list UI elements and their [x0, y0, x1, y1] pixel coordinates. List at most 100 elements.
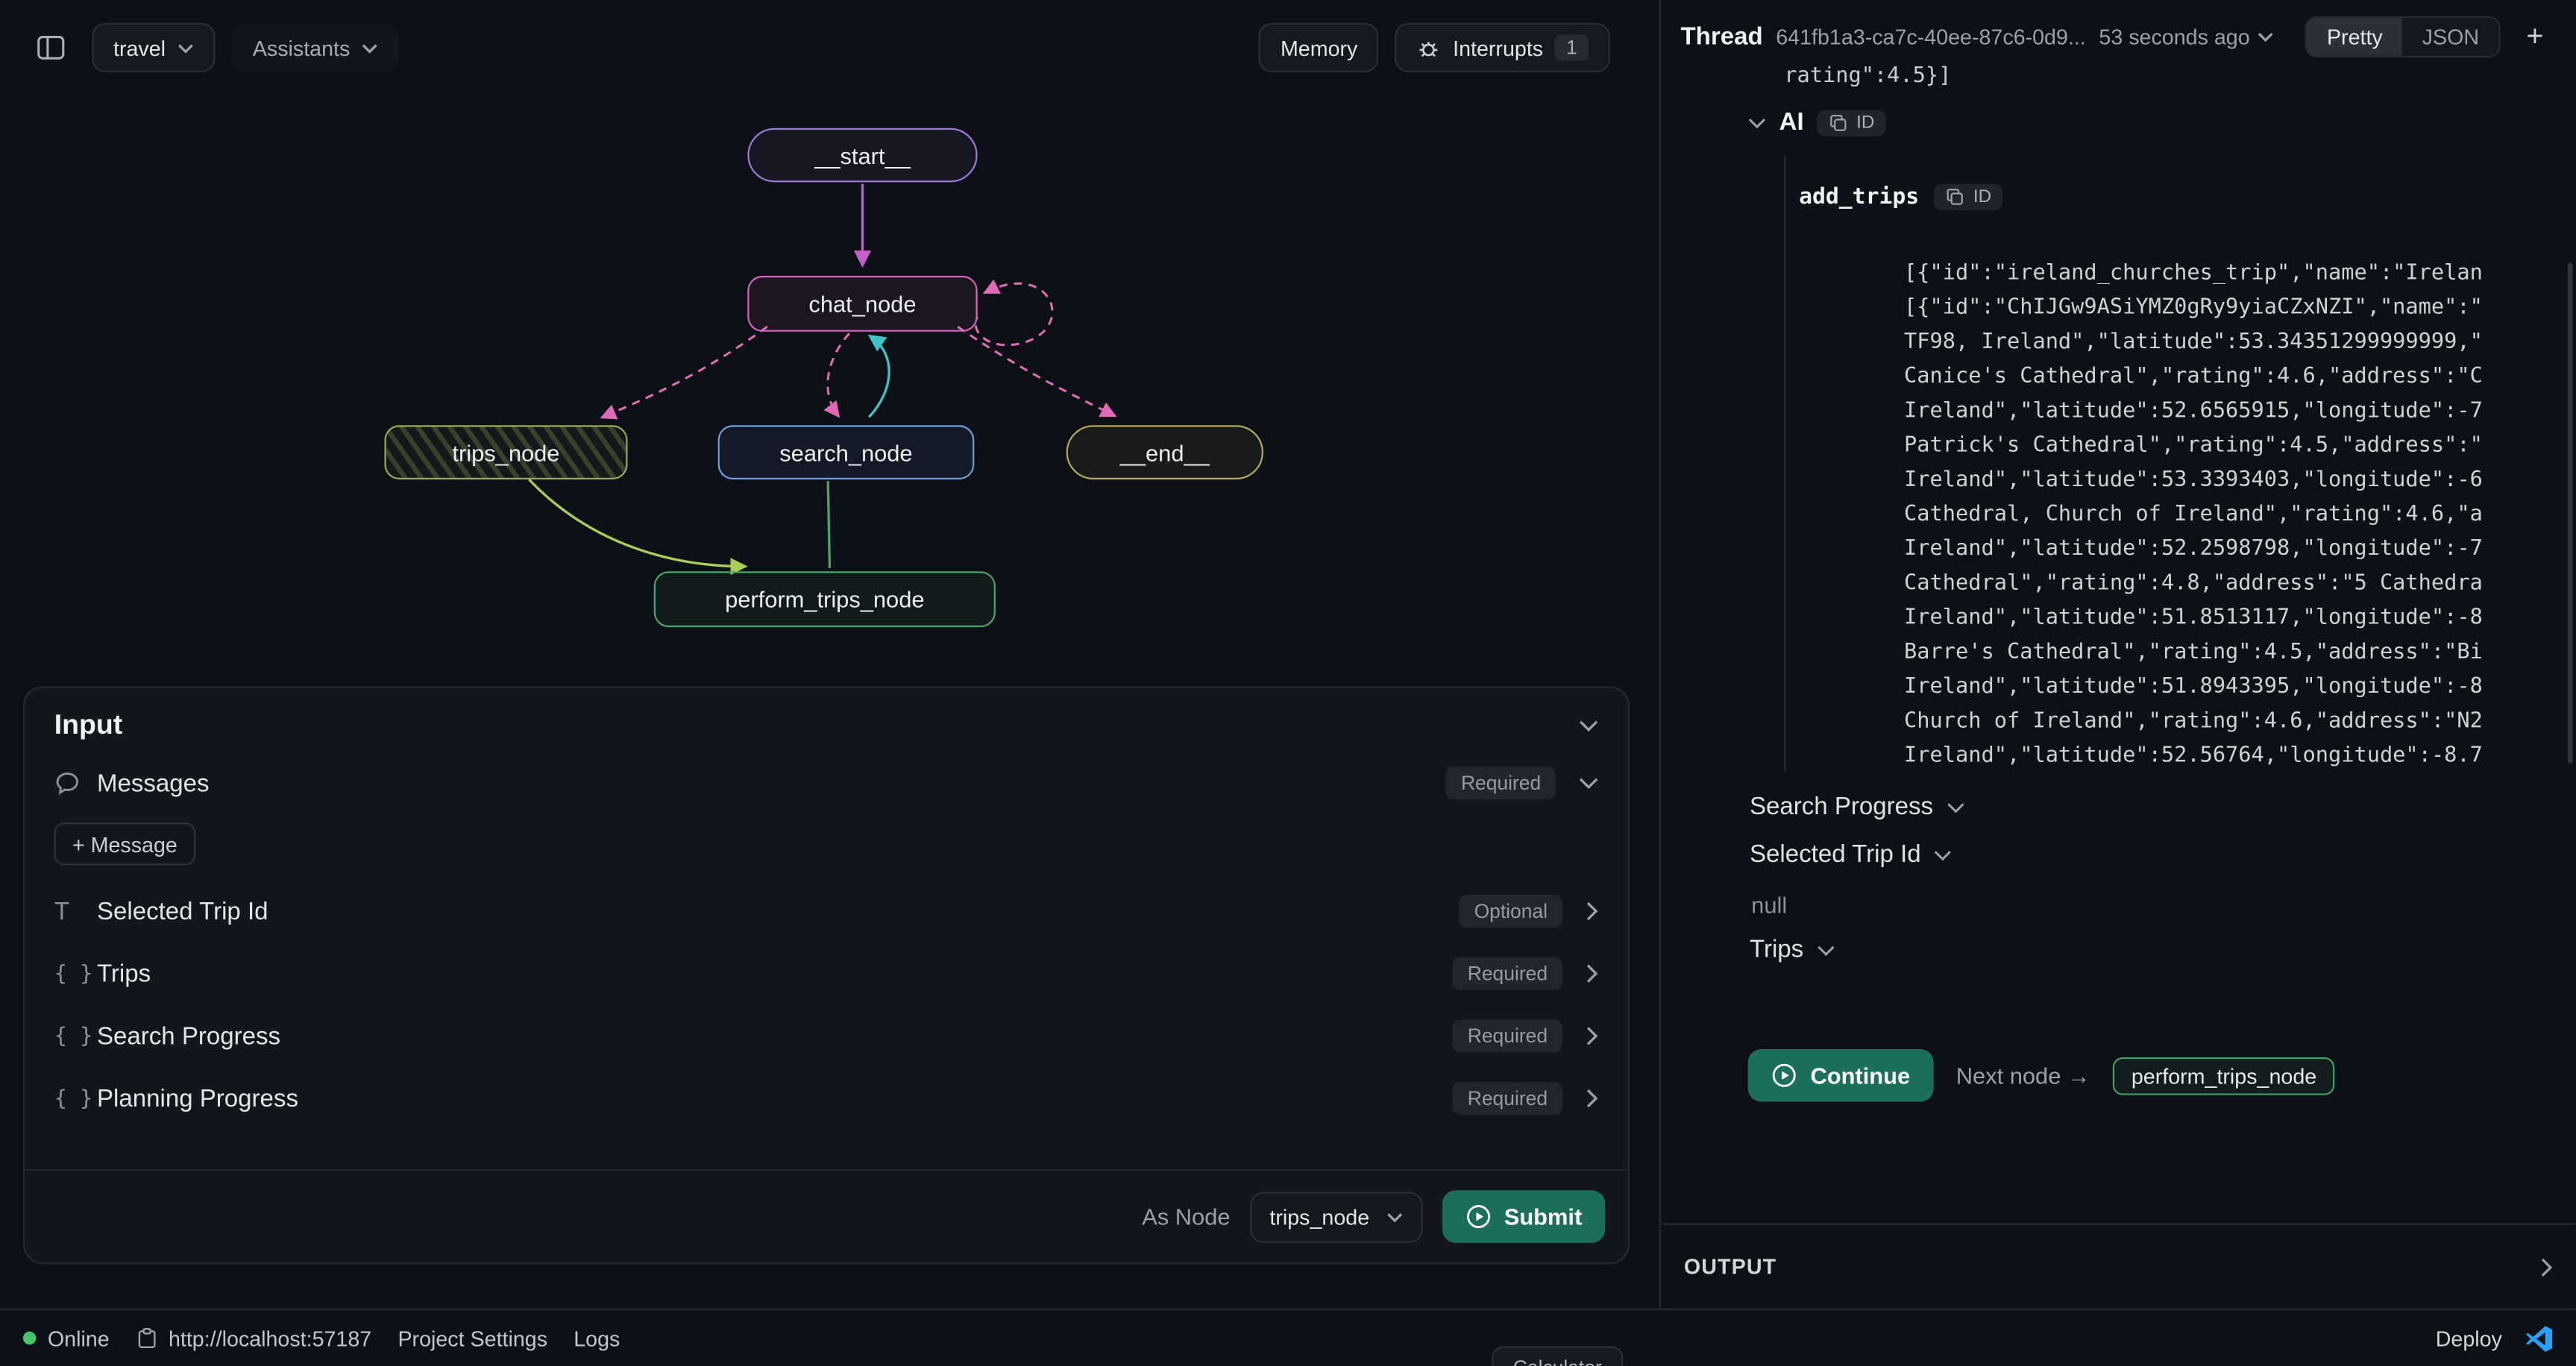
- code-line: TF98, Ireland","latitude":53.34351299999…: [1904, 325, 2566, 359]
- node-label: perform_trips_node: [725, 586, 924, 612]
- graph-node-start[interactable]: __start__: [747, 128, 977, 183]
- as-node-dropdown[interactable]: trips_node: [1250, 1191, 1422, 1241]
- ai-message-header[interactable]: AI ID: [1748, 108, 1886, 136]
- section-search-progress[interactable]: Search Progress: [1750, 793, 1964, 821]
- tool-call-name: add_trips: [1799, 184, 1919, 210]
- code-line: Ireland","latitude":51.8943395,"longitud…: [1904, 670, 2566, 704]
- input-panel-header[interactable]: Input: [25, 688, 1628, 752]
- node-label: search_node: [779, 439, 912, 465]
- thread-panel: Thread 641fb1a3-ca7c-40ee-87c6-0d9... 53…: [1659, 0, 2576, 1309]
- field-row-selected-trip-id[interactable]: T Selected Trip Id Optional: [25, 880, 1628, 942]
- graph-node-trips[interactable]: trips_node: [384, 425, 627, 479]
- online-label: Online: [48, 1326, 110, 1350]
- graph-panel: travel Assistants Memory Interrupts 1: [0, 0, 1659, 1309]
- thread-time-dropdown[interactable]: 53 seconds ago: [2099, 24, 2274, 48]
- as-node-dropdown-value: trips_node: [1269, 1204, 1369, 1229]
- code-line: Ireland","latitude":52.6565915,"longitud…: [1904, 394, 2566, 428]
- optional-badge: Optional: [1460, 895, 1562, 928]
- graph-node-chat[interactable]: chat_node: [747, 276, 977, 332]
- section-label: Selected Trip Id: [1750, 840, 1921, 868]
- section-trips[interactable]: Trips: [1750, 936, 1835, 963]
- braces-icon: { }: [54, 1086, 97, 1111]
- online-dot-icon: [23, 1332, 37, 1345]
- thread-id: 641fb1a3-ca7c-40ee-87c6-0d9...: [1776, 24, 2086, 48]
- field-label: Messages: [97, 769, 210, 797]
- tool-call-arguments[interactable]: [{"id":"ireland_churches_trip","name":"I…: [1904, 256, 2566, 768]
- section-selected-trip-id[interactable]: Selected Trip Id: [1750, 840, 1952, 868]
- field-row-search-progress[interactable]: { } Search Progress Required: [25, 1005, 1628, 1068]
- chat-bubble-icon: [54, 770, 97, 796]
- text-type-icon: T: [54, 897, 97, 925]
- vscode-icon[interactable]: [2525, 1324, 2553, 1352]
- field-label: Trips: [97, 960, 151, 987]
- logs-link[interactable]: Logs: [574, 1326, 620, 1350]
- copy-icon: [1829, 113, 1848, 132]
- section-label: Trips: [1750, 936, 1803, 963]
- field-label: Selected Trip Id: [97, 897, 268, 925]
- statusbar: Online http://localhost:57187 Project Se…: [0, 1309, 2576, 1366]
- json-toggle[interactable]: JSON: [2402, 17, 2498, 55]
- output-label: OUTPUT: [1684, 1254, 1777, 1279]
- pretty-toggle[interactable]: Pretty: [2308, 17, 2403, 55]
- braces-icon: { }: [54, 1024, 97, 1048]
- field-label: Planning Progress: [97, 1084, 298, 1112]
- graph-node-end[interactable]: __end__: [1066, 425, 1263, 479]
- code-line: Cathedral, Church of Ireland","rating":4…: [1904, 497, 2566, 532]
- server-url[interactable]: http://localhost:57187: [136, 1326, 371, 1350]
- project-settings-link[interactable]: Project Settings: [398, 1326, 547, 1350]
- output-section-header[interactable]: OUTPUT: [1661, 1223, 2576, 1308]
- field-row-messages[interactable]: Messages Required: [25, 752, 1628, 814]
- node-label: chat_node: [808, 291, 916, 317]
- next-node-chip[interactable]: perform_trips_node: [2114, 1057, 2335, 1095]
- selected-trip-id-value: null: [1751, 892, 1787, 918]
- input-panel-title: Input: [54, 709, 123, 742]
- add-message-button[interactable]: + Message: [54, 822, 195, 865]
- calculator-drawer-tab[interactable]: Calculator: [1492, 1347, 1623, 1366]
- next-node-label: Next node →: [1956, 1063, 2090, 1089]
- new-thread-button[interactable]: +: [2513, 15, 2556, 57]
- code-scrollbar[interactable]: [2568, 262, 2573, 764]
- copy-id-chip[interactable]: ID: [1934, 184, 2003, 210]
- chevron-right-icon: [2540, 1257, 2554, 1277]
- chevron-right-icon: [1586, 964, 1599, 983]
- graph-node-perform[interactable]: perform_trips_node: [654, 571, 996, 627]
- submit-button-label: Submit: [1504, 1203, 1583, 1230]
- code-line: Church of Ireland","rating":4.6,"address…: [1904, 705, 2566, 739]
- chevron-right-icon: [1586, 1026, 1599, 1045]
- required-badge: Required: [1453, 1082, 1562, 1115]
- input-panel-footer: As Node trips_node Submit: [25, 1169, 1628, 1263]
- code-line: Barre's Cathedral","rating":4.5,"address…: [1904, 635, 2566, 670]
- view-mode-toggle: Pretty JSON: [2305, 16, 2500, 57]
- thread-header: Thread 641fb1a3-ca7c-40ee-87c6-0d9... 53…: [1661, 0, 2576, 72]
- code-line: Ireland","latitude":51.8513117,"longitud…: [1904, 601, 2566, 635]
- as-node-label: As Node: [1142, 1203, 1230, 1230]
- tool-call-header: add_trips ID: [1799, 184, 2002, 210]
- copy-id-chip[interactable]: ID: [1817, 109, 1886, 135]
- clipboard-icon: [136, 1326, 157, 1350]
- braces-icon: { }: [54, 961, 97, 986]
- input-panel: Input Messages Required + Message T Sele…: [23, 686, 1630, 1264]
- app-window: travel Assistants Memory Interrupts 1: [0, 0, 2576, 1366]
- chevron-down-icon: [1947, 800, 1964, 813]
- server-url-label: http://localhost:57187: [169, 1326, 371, 1350]
- continue-button-label: Continue: [1810, 1063, 1910, 1089]
- copy-icon: [1945, 187, 1964, 207]
- code-line: Ireland","latitude":52.2598798,"longitud…: [1904, 532, 2566, 566]
- field-label: Search Progress: [97, 1022, 280, 1050]
- code-line: Canice's Cathedral","rating":4.6,"addres…: [1904, 359, 2566, 394]
- id-chip-label: ID: [1856, 113, 1874, 132]
- chevron-down-icon: [1817, 943, 1835, 957]
- submit-button[interactable]: Submit: [1442, 1190, 1605, 1242]
- field-row-planning-progress[interactable]: { } Planning Progress Required: [25, 1067, 1628, 1130]
- code-line: Ireland","latitude":52.56764,"longitude"…: [1904, 739, 2566, 769]
- graph-node-search[interactable]: search_node: [718, 425, 975, 479]
- required-badge: Required: [1453, 1019, 1562, 1052]
- indent-guide: [1784, 156, 1785, 772]
- thread-title: Thread: [1680, 22, 1762, 50]
- node-label: __end__: [1120, 439, 1210, 465]
- field-row-trips[interactable]: { } Trips Required: [25, 942, 1628, 1005]
- add-message-row: + Message: [25, 814, 1628, 880]
- node-label: trips_node: [452, 439, 559, 465]
- continue-button[interactable]: Continue: [1748, 1049, 1933, 1101]
- deploy-link[interactable]: Deploy: [2436, 1326, 2502, 1350]
